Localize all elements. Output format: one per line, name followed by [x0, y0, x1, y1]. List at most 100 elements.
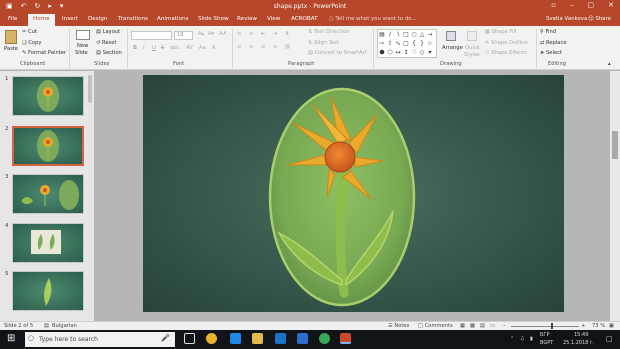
strikethrough-button[interactable]: S: [161, 45, 164, 51]
input-language-variant[interactable]: BGPT: [540, 340, 553, 346]
slide-thumbnail-4[interactable]: [12, 223, 84, 263]
zoom-out-button[interactable]: –: [503, 323, 506, 329]
arrow-shape-icon[interactable]: ⇨: [378, 39, 386, 48]
shape-outline-button[interactable]: ✎ Shape Outline: [485, 40, 528, 46]
bracket-shape-icon[interactable]: }: [418, 39, 426, 48]
more-shapes-icon[interactable]: ▾: [426, 48, 434, 57]
user-name[interactable]: Svetla Vankova: [546, 16, 587, 22]
find-button[interactable]: ⚲ Find: [540, 29, 556, 35]
spelling-icon[interactable]: ▤: [44, 323, 49, 329]
reset-button[interactable]: ↺ Reset: [96, 40, 117, 46]
rectangle-shape-icon[interactable]: □: [402, 30, 410, 39]
shape-effects-button[interactable]: ○ Shape Effects: [485, 50, 527, 56]
list-buttons-icon[interactable]: ≡ ≡ ⇤ ⇥ ⇅: [237, 31, 292, 37]
thumbnails-scrollbar[interactable]: [88, 75, 92, 103]
chrome-icon[interactable]: [319, 333, 330, 344]
new-slide-button-line2[interactable]: Slide: [75, 50, 88, 56]
collapse-ribbon-icon[interactable]: ▴: [608, 61, 611, 67]
input-language[interactable]: БГР: [540, 332, 550, 338]
paste-button[interactable]: Paste: [4, 46, 18, 52]
file-explorer-icon[interactable]: [252, 333, 263, 344]
flower-illustration[interactable]: [143, 75, 564, 312]
triangle-shape-icon[interactable]: △: [418, 30, 426, 39]
font-color-icon[interactable]: A: [212, 45, 216, 51]
slide-thumbnails-pane[interactable]: 1 2 3 4 5: [0, 71, 94, 321]
copy-button[interactable]: ❏ Copy: [22, 40, 41, 46]
decrease-font-icon[interactable]: A▾: [208, 31, 214, 37]
tab-review[interactable]: Review: [237, 16, 257, 22]
increase-font-icon[interactable]: A▴: [198, 31, 204, 37]
edge-icon[interactable]: [230, 333, 241, 344]
textbox-shape-icon[interactable]: ▤: [378, 30, 386, 39]
line-shape-icon[interactable]: ∕: [386, 30, 394, 39]
minimize-button[interactable]: –: [570, 1, 574, 9]
layout-button[interactable]: ▤ Layout: [96, 29, 120, 35]
taskbar-search-box[interactable]: ○ Type here to search: [25, 332, 175, 347]
align-text-button[interactable]: ⇅ Align Text: [308, 40, 339, 46]
close-button[interactable]: ✕: [608, 1, 614, 9]
slide-scrollbar[interactable]: [610, 71, 620, 321]
line-shape-icon[interactable]: ∖: [394, 30, 402, 39]
tray-arrow-icon[interactable]: ⌃: [510, 336, 514, 342]
slide-thumbnail-2[interactable]: [12, 126, 84, 166]
slide-thumbnail-1[interactable]: [12, 76, 84, 116]
normal-view-icon[interactable]: ▦: [460, 323, 465, 329]
font-name-dropdown[interactable]: [131, 31, 172, 40]
tab-acrobat[interactable]: ACROBAT: [291, 16, 318, 22]
bold-button[interactable]: B: [133, 45, 137, 51]
tab-transitions[interactable]: Transitions: [118, 16, 148, 22]
comments-button[interactable]: □ Comments: [418, 323, 453, 329]
bracket-shape-icon[interactable]: {: [410, 39, 418, 48]
zoom-slider-thumb[interactable]: [551, 323, 553, 329]
tab-view[interactable]: View: [267, 16, 280, 22]
slide-thumbnail-3[interactable]: [12, 174, 84, 214]
text-direction-button[interactable]: ⇅ Text Direction: [308, 29, 350, 35]
font-size-dropdown[interactable]: 18: [174, 31, 193, 40]
tab-design[interactable]: Design: [88, 16, 107, 22]
paste-icon[interactable]: [5, 30, 17, 44]
zoom-level[interactable]: 73 %: [592, 323, 605, 329]
clear-formatting-icon[interactable]: A✗: [219, 31, 227, 37]
cut-button[interactable]: ✂ Cut: [22, 29, 37, 35]
oval-shape-icon[interactable]: ○: [410, 30, 418, 39]
curve-shape-icon[interactable]: ∿: [394, 39, 402, 48]
quick-styles-button[interactable]: Quick: [465, 45, 480, 51]
pentagon-shape-icon[interactable]: ⬟: [378, 48, 386, 57]
star-shape-icon[interactable]: ☆: [426, 39, 434, 48]
clock-time[interactable]: 15:49: [574, 332, 588, 338]
convert-smartart-button[interactable]: ▤ Convert to SmartArt: [308, 50, 367, 56]
slide-sorter-icon[interactable]: ▩: [470, 323, 475, 329]
store-icon[interactable]: [275, 333, 286, 344]
heart-shape-icon[interactable]: ♡: [410, 48, 418, 57]
shape-fill-button[interactable]: ▦ Shape Fill: [485, 29, 516, 35]
tab-file[interactable]: File: [8, 16, 17, 22]
format-painter-button[interactable]: ✎ Format Painter: [22, 50, 66, 56]
powerpoint-icon[interactable]: [340, 333, 351, 344]
current-slide[interactable]: [143, 75, 564, 312]
battery-icon[interactable]: ▮: [530, 336, 533, 342]
char-spacing-icon[interactable]: AV: [186, 45, 193, 51]
share-button[interactable]: ☺ Share: [588, 16, 611, 22]
change-case-icon[interactable]: Aa: [199, 45, 206, 51]
fit-slide-icon[interactable]: ▣: [609, 323, 614, 329]
speaker-icon[interactable]: ♫: [520, 336, 524, 342]
quick-styles-icon[interactable]: [467, 31, 477, 41]
underline-button[interactable]: U: [152, 45, 156, 51]
tab-slide-show[interactable]: Slide Show: [198, 16, 229, 22]
slide-thumbnail-5[interactable]: [12, 271, 84, 311]
notes-button[interactable]: ☰ Notes: [388, 323, 409, 329]
shapes-gallery[interactable]: ▤ ∕ ∖ □ ○ △ → ⇨ ⇧ ∿ ▢ { } ☆ ⬟ ⬡ ↔ ↕ ♡ ◇ …: [377, 29, 437, 58]
language-status[interactable]: Bulgarian: [52, 323, 77, 329]
task-view-icon[interactable]: [184, 333, 195, 344]
select-button[interactable]: ➤ Select: [540, 50, 562, 56]
section-button[interactable]: ▤ Section: [96, 50, 122, 56]
mail-icon[interactable]: [297, 333, 308, 344]
arrange-icon[interactable]: [446, 31, 456, 41]
rounded-rectangle-shape-icon[interactable]: ▢: [402, 39, 410, 48]
new-slide-button[interactable]: New: [77, 43, 88, 49]
notifications-icon[interactable]: □: [606, 335, 613, 343]
tab-home[interactable]: Home: [28, 14, 55, 26]
arrange-button[interactable]: Arrange: [442, 45, 463, 51]
zoom-slider[interactable]: [511, 326, 579, 327]
clock-date[interactable]: 25.1.2018 г.: [563, 340, 594, 346]
